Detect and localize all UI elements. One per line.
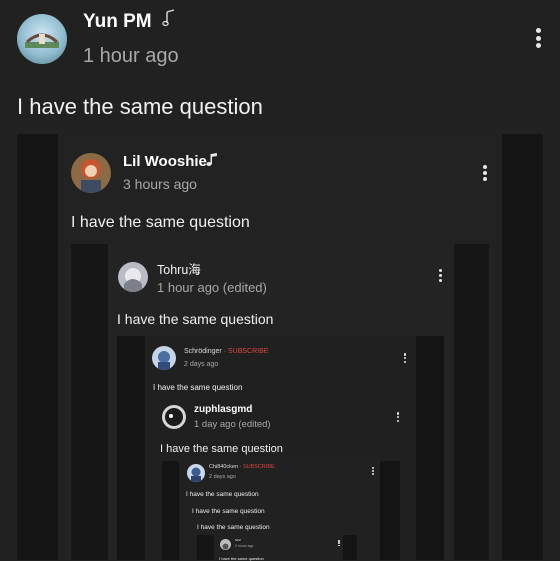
author-line: Schrödinger · SUBSCRIBE [184,348,268,355]
avatar-image [165,408,183,426]
comment-time: 3 hours ago [123,176,197,192]
comment-text: I have the same question [71,214,250,231]
comment-time: 2 hours ago [235,544,254,548]
comment-text: I have the same question [17,94,263,119]
kebab-menu-icon[interactable] [338,540,340,546]
author-name[interactable]: Schrödinger [184,348,222,355]
music-note-icon [206,152,218,172]
avatar-tohru[interactable] [118,262,148,292]
avatar-image [81,159,101,193]
author-name[interactable]: zuphlasgmd [194,404,252,415]
kebab-menu-icon[interactable] [396,412,400,422]
avatar-image [25,33,59,48]
comment-text: I have the same question [192,508,265,515]
comment-time: 1 hour ago [83,45,179,67]
music-note-outline-icon [162,9,176,32]
avatar-chi840cken[interactable] [187,464,205,482]
screenshot-right-bar [380,461,400,560]
screenshot-left-bar [162,461,179,560]
comment-text: I have the same question [186,491,259,498]
comment-text: I have the same question [219,556,264,561]
comment-text: I have the same question [117,311,274,327]
kebab-menu-icon[interactable] [534,28,542,48]
screenshot-right-bar [416,336,444,560]
avatar-lil-wooshie[interactable] [71,153,111,193]
comment-time: 2 days ago [209,474,236,480]
avatar-image [158,351,170,370]
author-name[interactable]: Tohru海 [157,259,201,278]
kebab-menu-icon[interactable] [403,353,407,363]
screenshot-left-bar [71,244,108,560]
screenshot-left-bar [117,336,145,560]
comment-text: I have the same question [197,524,270,531]
screenshot-right-bar [454,244,489,560]
screenshot-left-bar [17,134,58,560]
author-name[interactable]: szz [235,537,241,542]
comment-time: 1 day ago (edited) [194,419,271,430]
subscribe-link[interactable]: SUBSCRIBE [228,348,268,355]
comment-time: 1 hour ago (edited) [157,280,267,295]
avatar-szz[interactable] [220,539,231,550]
screenshot-right-bar [343,535,357,560]
avatar-schrodinger[interactable] [152,346,176,370]
author-name[interactable]: Lil Wooshie [123,153,207,170]
avatar-image [124,268,142,292]
comment-time: 2 days ago [184,361,219,368]
author-line: Chi840cken · SUBSCRIBE [209,464,275,470]
subscribe-link[interactable]: SUBSCRIBE [243,464,275,470]
screenshot-right-bar [502,134,543,560]
author-name[interactable]: Yun PM [83,11,152,33]
avatar-zuphlasgmd[interactable] [162,405,186,429]
comment-text: I have the same question [160,443,283,455]
author-name[interactable]: Chi840cken [209,464,238,470]
avatar-image [191,467,201,482]
kebab-menu-icon[interactable] [438,269,443,282]
kebab-menu-icon[interactable] [482,165,488,181]
kebab-menu-icon[interactable] [371,467,374,475]
avatar-yun-pm[interactable] [17,14,67,64]
screenshot-left-bar [197,535,214,560]
comment-text: I have the same question [153,383,243,392]
